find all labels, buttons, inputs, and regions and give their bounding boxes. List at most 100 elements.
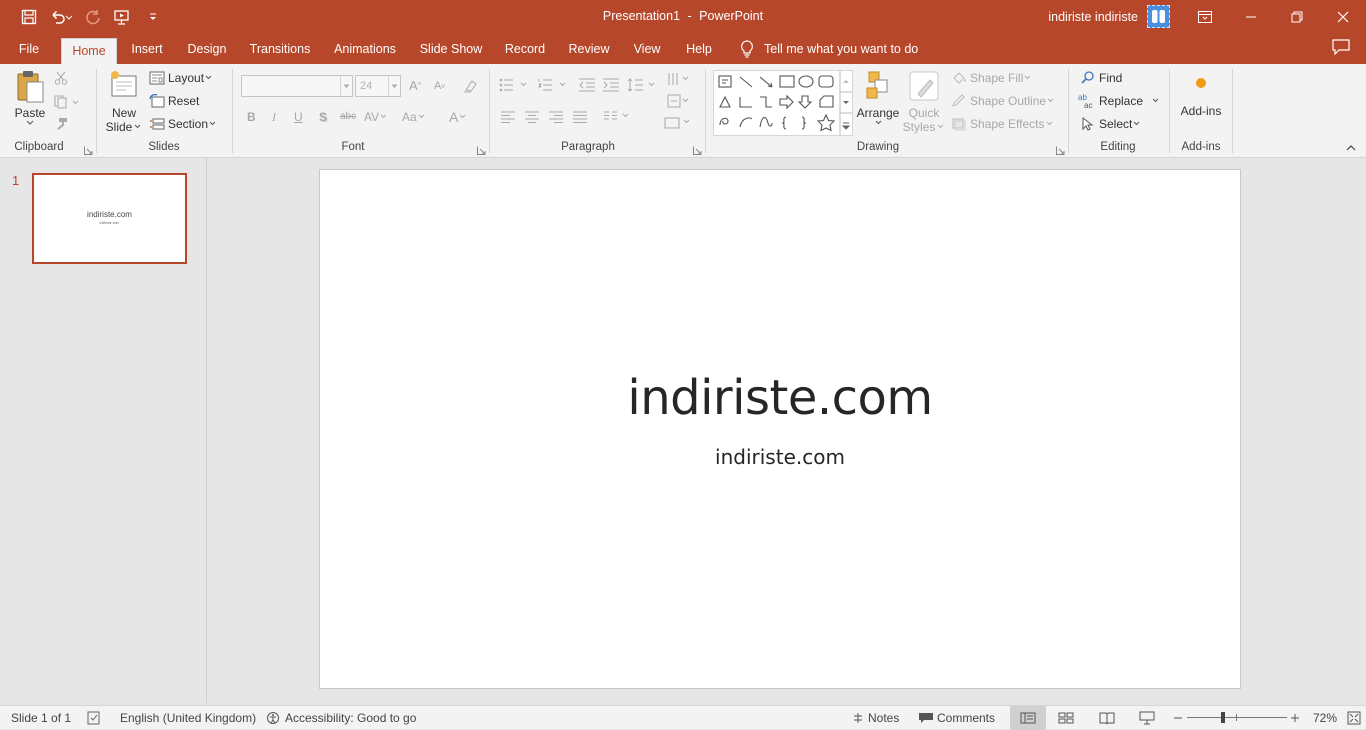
account-icon[interactable] [1147, 5, 1170, 28]
decrease-font-size-button[interactable]: Av [434, 80, 445, 92]
save-icon[interactable] [16, 4, 42, 30]
font-dialog-launcher-icon[interactable] [477, 144, 486, 155]
bullets-icon[interactable] [499, 78, 531, 92]
zoom-level[interactable]: 72% [1313, 706, 1337, 730]
tell-me-label: Tell me what you want to do [764, 42, 919, 56]
text-direction-icon[interactable] [667, 72, 693, 86]
comments-pane-icon[interactable] [1332, 39, 1354, 59]
new-slide-icon [111, 71, 137, 97]
strikethrough-button[interactable]: abc [340, 111, 356, 122]
text-shadow-button[interactable]: S [319, 110, 327, 124]
italic-button[interactable]: I [272, 110, 276, 125]
font-color-button[interactable]: A [449, 109, 467, 125]
tab-slide-show[interactable]: Slide Show [418, 34, 484, 64]
tab-transitions[interactable]: Transitions [247, 34, 313, 64]
present-from-start-icon[interactable] [110, 4, 136, 30]
close-icon[interactable] [1320, 0, 1366, 34]
select-label: Select [1099, 117, 1133, 131]
add-ins-icon [1196, 78, 1206, 88]
accessibility-status[interactable]: Accessibility: Good to go [266, 706, 416, 730]
tab-animations[interactable]: Animations [330, 34, 400, 64]
align-text-icon[interactable] [667, 94, 693, 108]
align-right-icon[interactable] [548, 111, 564, 123]
increase-indent-icon[interactable] [602, 78, 620, 92]
underline-button[interactable]: U [294, 110, 303, 124]
justify-icon[interactable] [572, 111, 588, 123]
undo-icon[interactable] [46, 4, 76, 30]
align-left-icon[interactable] [500, 111, 516, 123]
clipboard-dialog-launcher-icon[interactable] [84, 144, 93, 155]
tab-file[interactable]: File [12, 34, 46, 64]
font-size-combobox[interactable]: 24 [355, 75, 401, 97]
arrange-button[interactable]: Arrange [857, 70, 899, 138]
zoom-slider[interactable] [1187, 706, 1287, 730]
shapes-gallery[interactable] [713, 70, 853, 136]
reading-view-icon[interactable] [1099, 706, 1115, 730]
shape-outline-button[interactable]: Shape Outline [951, 93, 1055, 109]
line-spacing-icon[interactable] [627, 78, 659, 92]
increase-font-size-button[interactable]: A ^ [409, 78, 421, 93]
reset-button[interactable]: Reset [149, 93, 199, 109]
select-button[interactable]: Select [1080, 116, 1141, 132]
zoom-slider-thumb[interactable] [1221, 712, 1225, 723]
notes-button[interactable]: Notes [851, 706, 899, 730]
zoom-in-icon[interactable] [1290, 706, 1300, 730]
tell-me-search[interactable]: Tell me what you want to do [740, 34, 918, 64]
comments-button[interactable]: Comments [918, 706, 995, 730]
collapse-ribbon-icon[interactable] [1345, 144, 1357, 152]
restore-icon[interactable] [1274, 0, 1320, 34]
normal-view-icon[interactable] [1010, 706, 1046, 730]
tab-design[interactable]: Design [184, 34, 230, 64]
tab-insert[interactable]: Insert [127, 34, 167, 64]
format-painter-icon[interactable] [54, 116, 70, 132]
slide-show-view-icon[interactable] [1139, 706, 1155, 730]
paste-button[interactable]: Paste [10, 70, 50, 136]
new-slide-label-1: New [111, 106, 136, 120]
copy-icon[interactable] [54, 94, 82, 110]
tab-home[interactable]: Home [61, 38, 117, 64]
decrease-indent-icon[interactable] [578, 78, 596, 92]
drawing-dialog-launcher-icon[interactable] [1056, 144, 1065, 155]
slide-subtitle[interactable]: indiriste.com [320, 445, 1240, 469]
redo-icon[interactable] [80, 4, 106, 30]
slide-thumbnail[interactable]: indiriste.com indiriste.com [32, 173, 187, 264]
align-center-icon[interactable] [524, 111, 540, 123]
tab-view[interactable]: View [630, 34, 664, 64]
arrange-label: Arrange [856, 106, 900, 120]
section-button[interactable]: Section [149, 116, 217, 132]
shape-effects-button[interactable]: Shape Effects [951, 116, 1054, 132]
minimize-icon[interactable] [1228, 0, 1274, 34]
find-button[interactable]: Find [1080, 70, 1122, 86]
slide-canvas[interactable]: indiriste.com indiriste.com [319, 169, 1241, 689]
reset-label: Reset [168, 94, 200, 108]
slide-sorter-view-icon[interactable] [1058, 706, 1074, 730]
smartart-icon[interactable] [664, 116, 694, 130]
bold-button[interactable]: B [247, 110, 256, 124]
add-ins-button[interactable]: Add-ins [1176, 76, 1226, 122]
fit-to-window-icon[interactable] [1347, 706, 1361, 730]
user-name[interactable]: indiriste indiriste [1048, 10, 1138, 24]
language-status[interactable]: English (United Kingdom) [120, 706, 256, 730]
quick-styles-button[interactable]: Quick Styles [903, 70, 945, 138]
columns-icon[interactable] [603, 111, 633, 123]
separator [705, 69, 706, 153]
tab-help[interactable]: Help [682, 34, 716, 64]
numbering-icon[interactable] [538, 78, 570, 92]
ribbon-display-options-icon[interactable] [1182, 0, 1228, 34]
character-spacing-button[interactable]: AV [364, 110, 388, 124]
tab-record[interactable]: Record [502, 34, 548, 64]
font-name-combobox[interactable] [241, 75, 353, 97]
layout-button[interactable]: Layout [149, 70, 213, 86]
new-slide-button[interactable]: New Slide [103, 70, 145, 138]
tab-review[interactable]: Review [566, 34, 612, 64]
spell-check-icon[interactable] [87, 706, 103, 730]
paragraph-dialog-launcher-icon[interactable] [693, 144, 702, 155]
customize-toolbar-icon[interactable] [140, 4, 166, 30]
change-case-button[interactable]: Aa [402, 110, 426, 124]
cut-icon[interactable] [54, 70, 70, 86]
shape-fill-button[interactable]: Shape Fill [951, 70, 1032, 86]
slide-title[interactable]: indiriste.com [320, 370, 1240, 426]
clear-formatting-icon[interactable] [462, 78, 478, 94]
replace-button[interactable]: ab ac Replace [1078, 93, 1163, 109]
zoom-out-icon[interactable] [1173, 706, 1183, 730]
